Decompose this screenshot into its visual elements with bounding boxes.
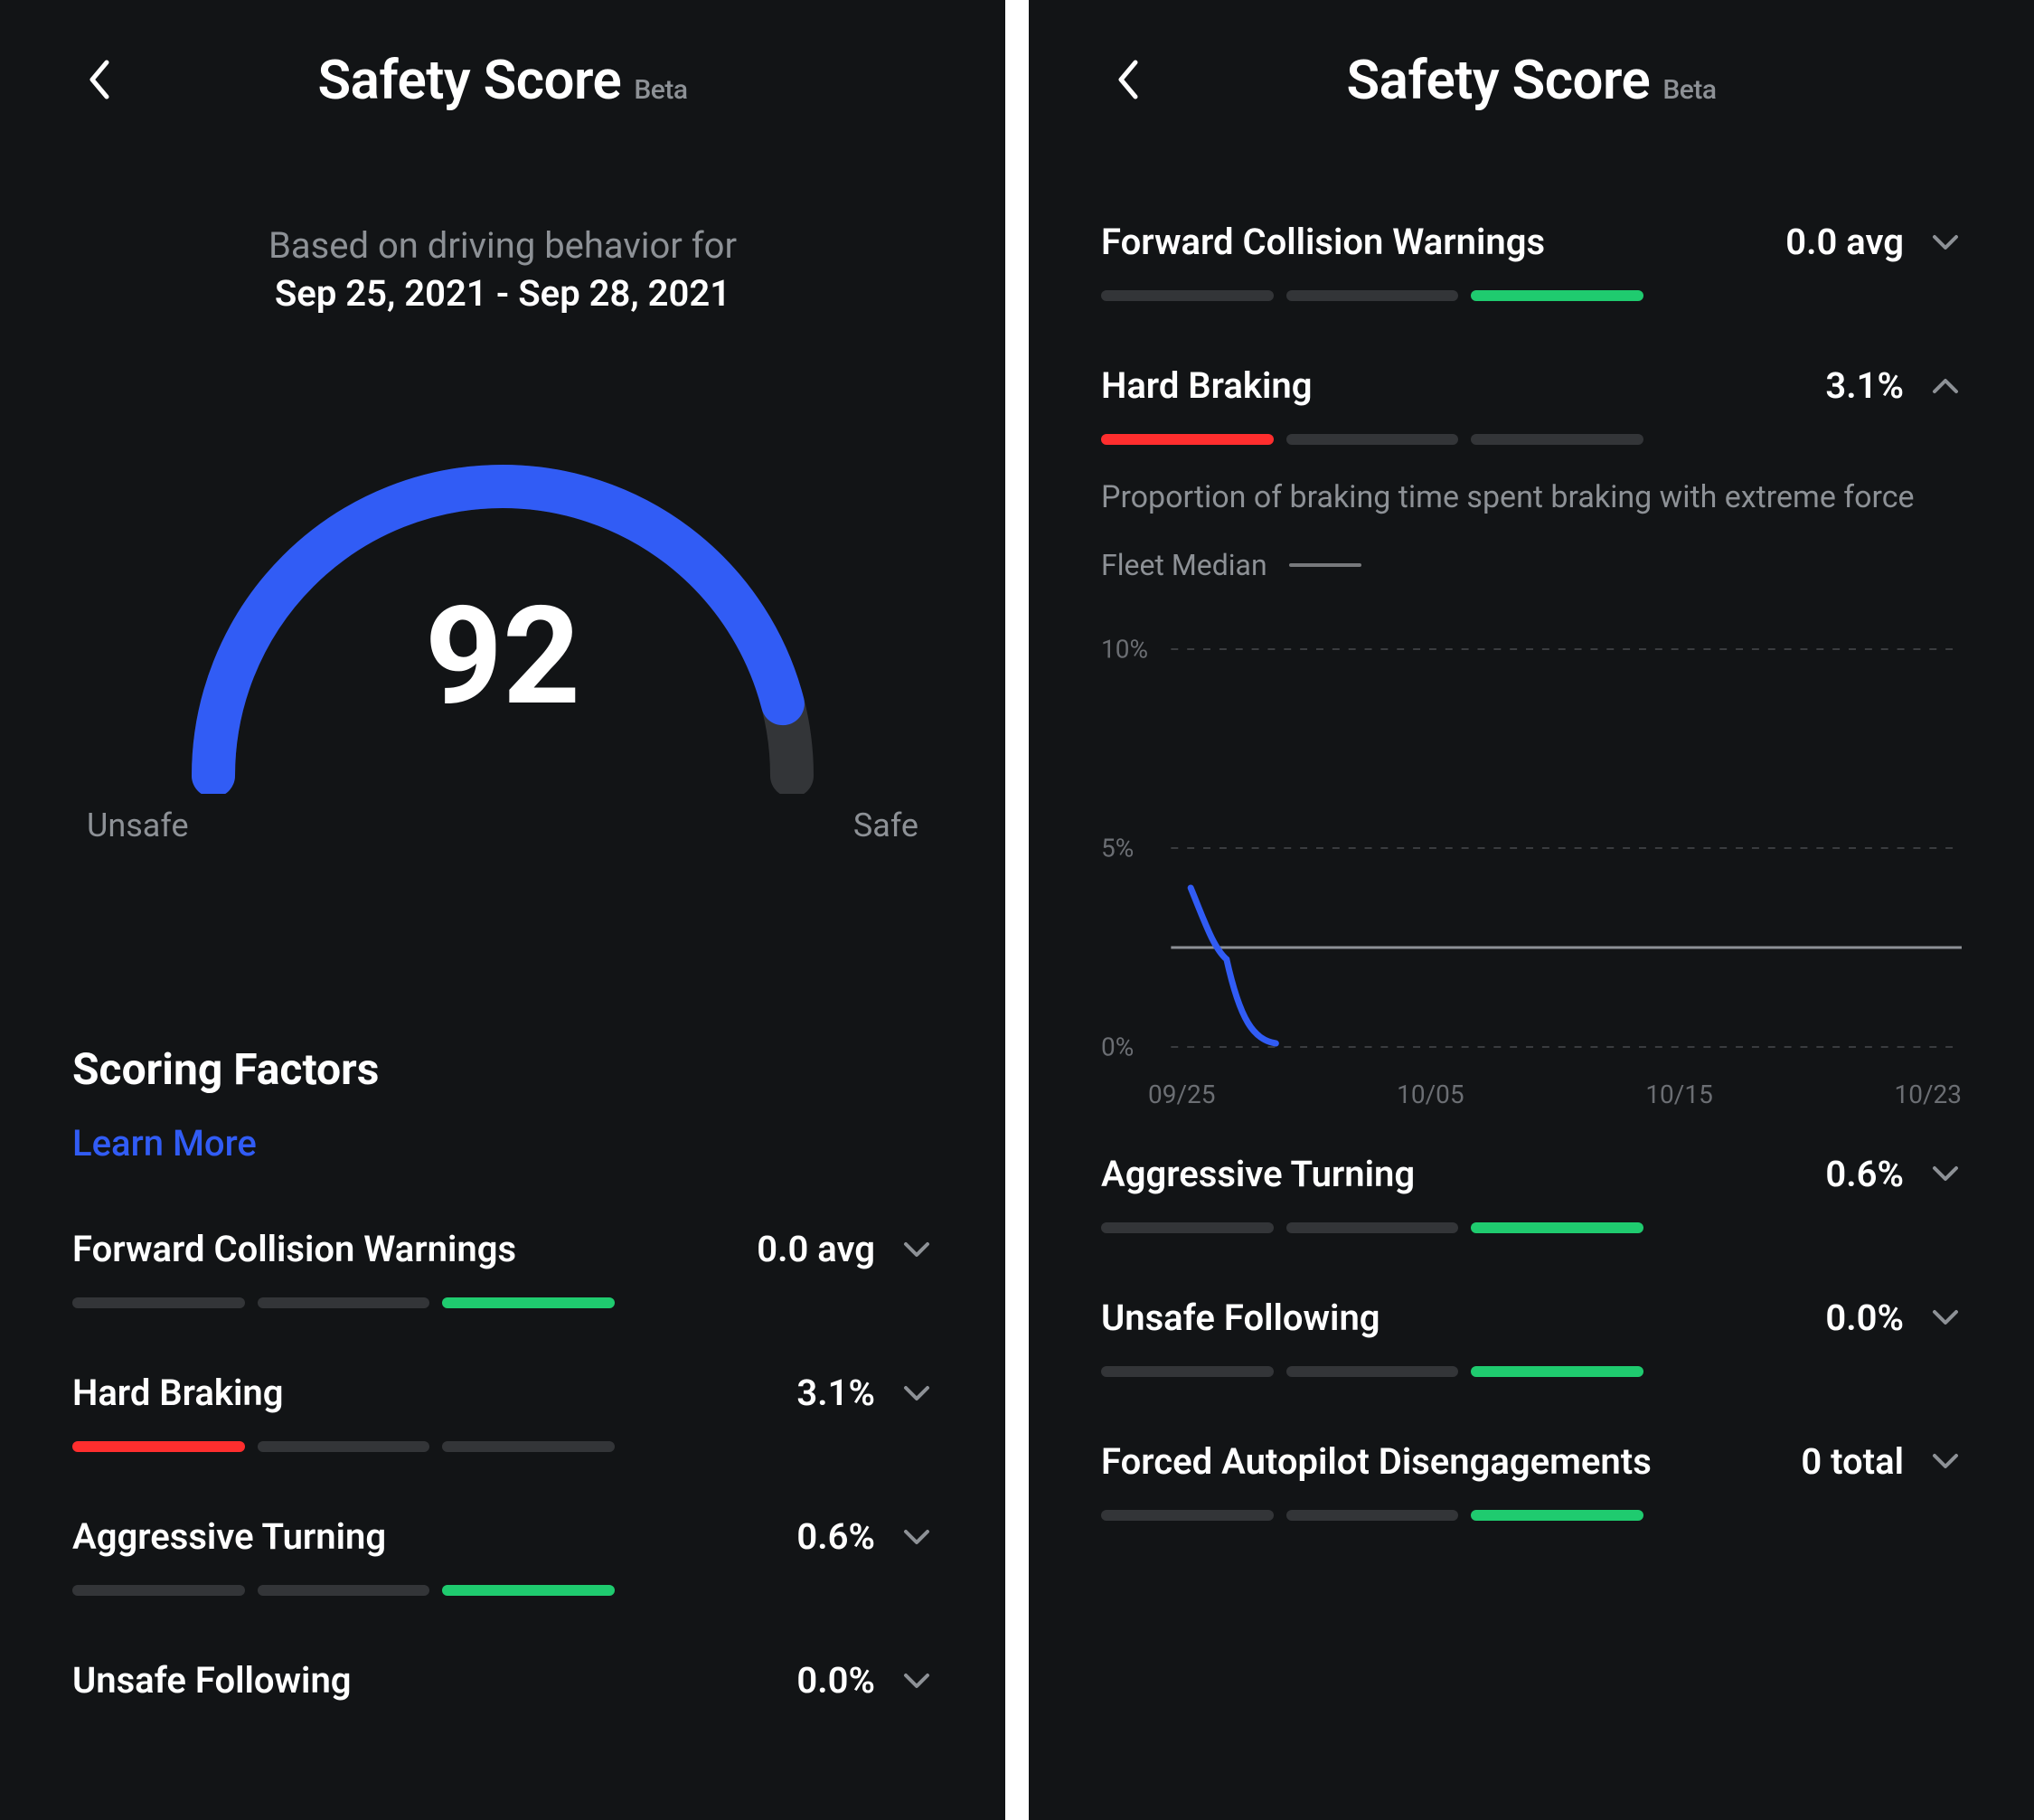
factor-hard-braking: Hard Braking 3.1% Proportion of braking … (1101, 364, 1962, 1109)
chevron-down-icon (900, 1233, 933, 1266)
beta-badge: Beta (1662, 74, 1716, 106)
safety-score-screen-overview: Safety Score Beta Based on driving behav… (0, 0, 1005, 1820)
factor-row[interactable]: Hard Braking 3.1% (1101, 364, 1962, 407)
scoring-factors-heading: Scoring Factors (72, 1043, 933, 1095)
page-title-text: Safety Score (318, 48, 622, 112)
factor-aggressive-turning: Aggressive Turning 0.6% (72, 1515, 933, 1596)
factor-bar (1101, 1366, 1643, 1377)
chart-xaxis: 09/25 10/05 10/15 10/23 (1101, 1080, 1962, 1109)
header: Safety Score Beta (72, 25, 933, 134)
factor-label: Aggressive Turning (72, 1515, 386, 1558)
chevron-down-icon (900, 1664, 933, 1697)
factor-description: Proportion of braking time spent braking… (1101, 477, 1962, 519)
factor-label: Forced Autopilot Disengagements (1101, 1440, 1652, 1483)
page-title: Safety Score Beta (318, 48, 688, 112)
factor-row[interactable]: Hard Braking 3.1% (72, 1372, 933, 1414)
xtick: 09/25 (1148, 1080, 1216, 1109)
factor-bar (72, 1297, 615, 1308)
factor-forward-collision: Forward Collision Warnings 0.0 avg (1101, 221, 1962, 301)
header: Safety Score Beta (1101, 25, 1962, 134)
factor-row[interactable]: Forward Collision Warnings 0.0 avg (72, 1228, 933, 1270)
xtick: 10/23 (1894, 1080, 1962, 1109)
page-title-text: Safety Score (1347, 48, 1651, 112)
chevron-down-icon (1929, 1301, 1962, 1334)
date-range-value: Sep 25, 2021 - Sep 28, 2021 (72, 272, 933, 315)
factor-bar (1101, 434, 1643, 445)
chart-legend: Fleet Median (1101, 548, 1962, 582)
factor-value: 0.0 avg (1785, 221, 1904, 263)
factor-row[interactable]: Forward Collision Warnings 0.0 avg (1101, 221, 1962, 263)
gauge-label-safe: Safe (853, 806, 918, 844)
factor-bar (72, 1441, 615, 1452)
chevron-down-icon (900, 1521, 933, 1553)
safety-score-screen-detail: Safety Score Beta Forward Collision Warn… (1029, 0, 2034, 1820)
factor-row[interactable]: Unsafe Following 0.0% (1101, 1297, 1962, 1339)
factor-value: 0.0% (1825, 1297, 1904, 1339)
factor-unsafe-following: Unsafe Following 0.0% (1101, 1297, 1962, 1377)
factor-aggressive-turning: Aggressive Turning 0.6% (1101, 1153, 1962, 1233)
factor-label: Forward Collision Warnings (1101, 221, 1545, 263)
factor-bar (1101, 290, 1643, 301)
factor-label: Unsafe Following (72, 1659, 352, 1702)
score-gauge: 92 Unsafe Safe (72, 414, 933, 844)
hard-braking-chart: 10% 5% 0% (1101, 622, 1962, 1074)
factor-value: 3.1% (1825, 364, 1904, 407)
factor-forced-autopilot-disengagements: Forced Autopilot Disengagements 0 total (1101, 1440, 1962, 1521)
factor-bar (1101, 1510, 1643, 1521)
factor-row[interactable]: Forced Autopilot Disengagements 0 total (1101, 1440, 1962, 1483)
factor-value: 0.6% (1825, 1153, 1904, 1195)
gauge-label-unsafe: Unsafe (87, 806, 189, 844)
learn-more-link[interactable]: Learn More (72, 1122, 257, 1165)
factor-label: Hard Braking (1101, 364, 1312, 407)
back-button[interactable] (72, 52, 127, 107)
factor-label: Forward Collision Warnings (72, 1228, 516, 1270)
legend-label: Fleet Median (1101, 548, 1267, 582)
legend-line-icon (1289, 563, 1361, 567)
factor-value: 0.6% (796, 1515, 875, 1558)
chevron-down-icon (1929, 1157, 1962, 1190)
xtick: 10/15 (1645, 1080, 1713, 1109)
factor-row[interactable]: Aggressive Turning 0.6% (72, 1515, 933, 1558)
back-button[interactable] (1101, 52, 1155, 107)
factor-row[interactable]: Unsafe Following 0.0% (72, 1659, 933, 1702)
score-value: 92 (159, 577, 846, 736)
chevron-up-icon (1929, 370, 1962, 402)
date-range: Based on driving behavior for Sep 25, 20… (72, 224, 933, 315)
date-range-caption: Based on driving behavior for (72, 224, 933, 267)
factor-unsafe-following: Unsafe Following 0.0% (72, 1659, 933, 1702)
chevron-down-icon (1929, 1445, 1962, 1477)
factor-value: 0.0 avg (757, 1228, 875, 1270)
factor-row[interactable]: Aggressive Turning 0.6% (1101, 1153, 1962, 1195)
factor-bar (1101, 1222, 1643, 1233)
factor-label: Aggressive Turning (1101, 1153, 1415, 1195)
factor-value: 0.0% (796, 1659, 875, 1702)
factor-hard-braking: Hard Braking 3.1% (72, 1372, 933, 1452)
factor-bar (72, 1585, 615, 1596)
page-title: Safety Score Beta (1347, 48, 1717, 112)
xtick: 10/05 (1397, 1080, 1464, 1109)
factor-forward-collision: Forward Collision Warnings 0.0 avg (72, 1228, 933, 1308)
chevron-down-icon (1929, 226, 1962, 259)
factor-value: 0 total (1801, 1440, 1904, 1483)
beta-badge: Beta (634, 74, 687, 106)
factor-value: 3.1% (796, 1372, 875, 1414)
chevron-down-icon (900, 1377, 933, 1410)
factor-label: Hard Braking (72, 1372, 283, 1414)
factor-label: Unsafe Following (1101, 1297, 1380, 1339)
